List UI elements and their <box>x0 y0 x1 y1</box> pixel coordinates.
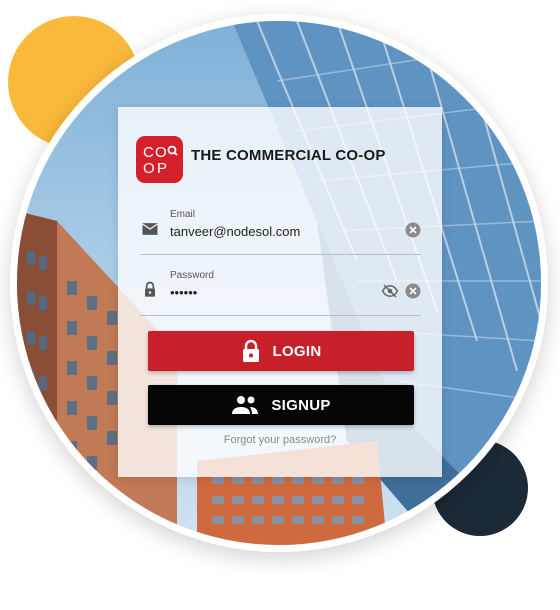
clear-icon[interactable] <box>405 283 421 299</box>
signup-button[interactable]: SIGNUP <box>148 385 414 425</box>
coop-logo: C O O P <box>136 136 183 183</box>
svg-text:O: O <box>155 144 167 161</box>
password-underline <box>140 315 421 316</box>
svg-text:P: P <box>157 160 167 177</box>
lock-icon <box>242 339 259 362</box>
svg-text:C: C <box>143 144 154 161</box>
signup-label: SIGNUP <box>271 396 331 414</box>
password-field[interactable]: Password •••••• <box>140 266 421 316</box>
visibility-off-icon[interactable] <box>381 283 399 299</box>
forgot-password-link[interactable]: Forgot your password? <box>118 434 442 446</box>
password-input[interactable]: •••••• <box>170 285 197 300</box>
login-button[interactable]: LOGIN <box>148 331 414 371</box>
password-label: Password <box>170 270 214 281</box>
login-card: C O O P THE COMMERCIAL CO-OP Email tanve… <box>118 107 442 477</box>
brand-name: THE COMMERCIAL CO-OP <box>191 147 386 164</box>
people-icon <box>232 396 259 414</box>
email-underline <box>140 254 421 255</box>
login-label: LOGIN <box>272 342 322 360</box>
svg-text:O: O <box>143 160 155 177</box>
lock-icon <box>145 281 155 297</box>
clear-icon[interactable] <box>405 222 421 238</box>
email-label: Email <box>170 209 196 220</box>
email-field[interactable]: Email tanveer@nodesol.com <box>140 205 421 255</box>
email-input[interactable]: tanveer@nodesol.com <box>170 224 300 239</box>
email-icon <box>142 223 158 235</box>
